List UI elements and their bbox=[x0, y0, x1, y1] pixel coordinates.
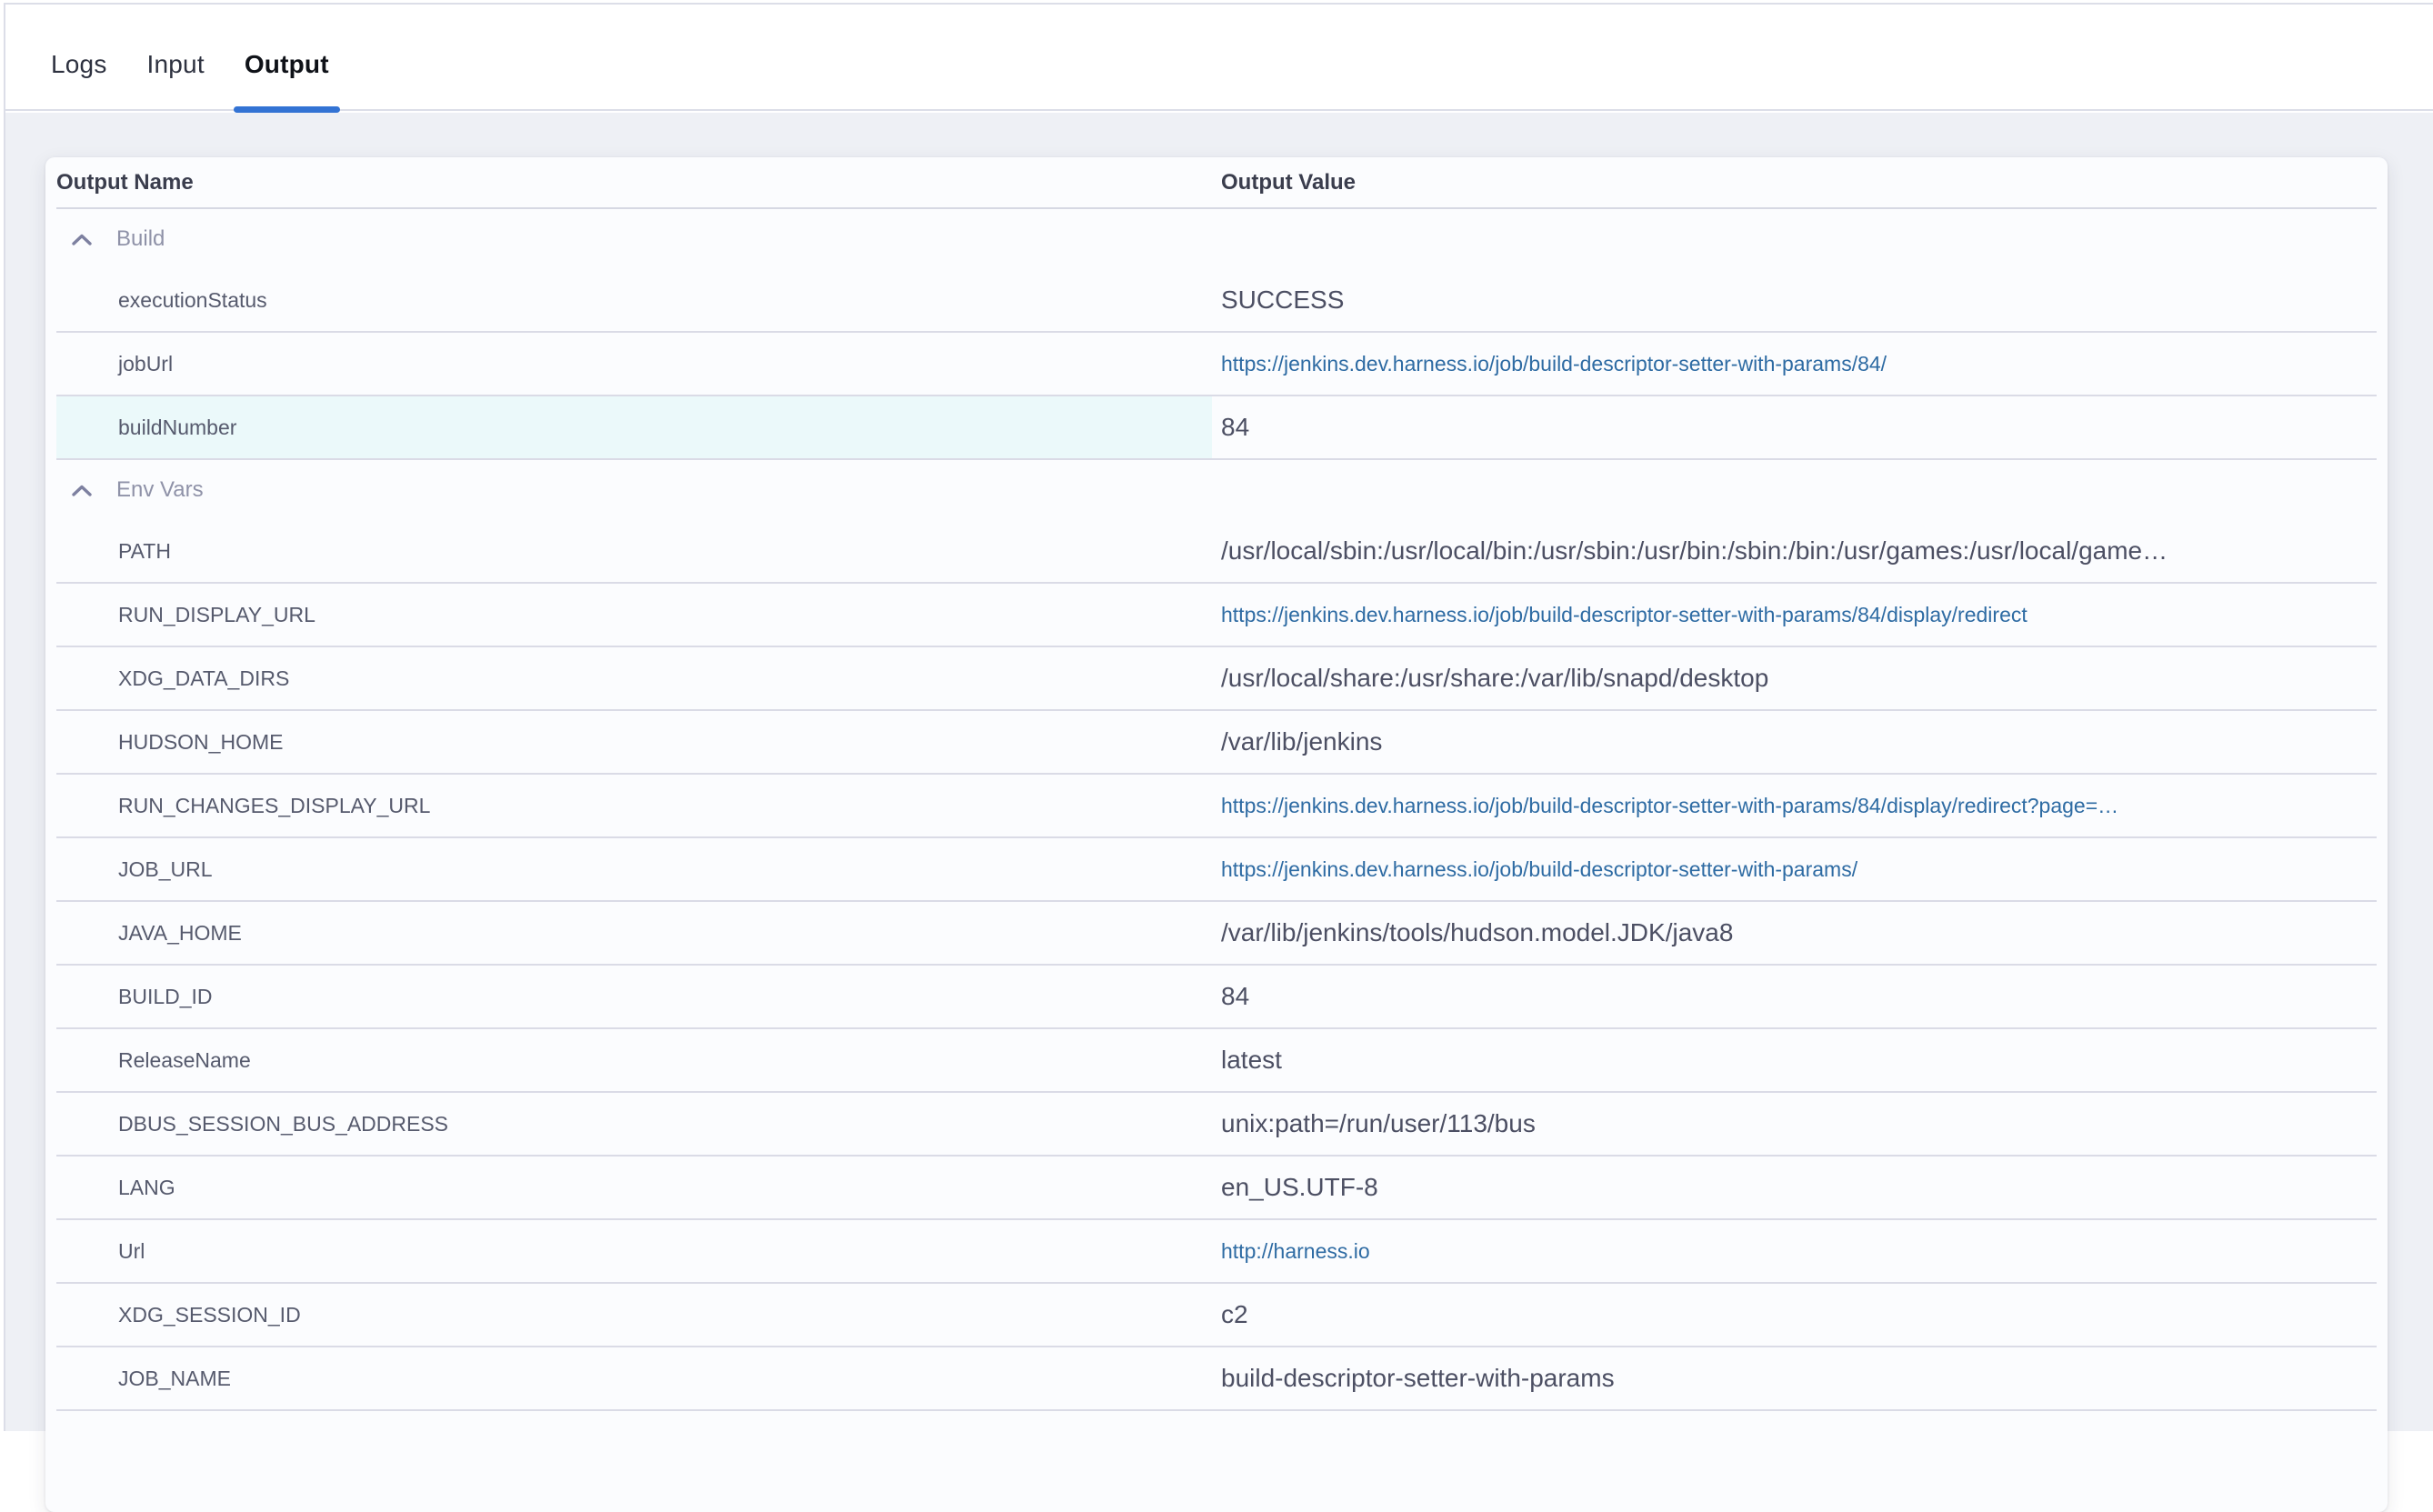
output-value: latest bbox=[1221, 1046, 1282, 1075]
tab-logs[interactable]: Logs bbox=[31, 19, 127, 109]
output-name: RUN_DISPLAY_URL bbox=[56, 603, 315, 627]
output-value: /usr/local/share:/usr/share:/var/lib/sna… bbox=[1221, 664, 1768, 693]
chevron-up-icon[interactable] bbox=[71, 484, 93, 497]
section-label: Build bbox=[116, 226, 165, 252]
output-value: /usr/local/sbin:/usr/local/bin:/usr/sbin… bbox=[1221, 536, 2168, 566]
output-value: unix:path=/run/user/113/bus bbox=[1221, 1109, 1536, 1138]
output-name: LANG bbox=[56, 1176, 175, 1200]
output-name: BUILD_ID bbox=[56, 985, 213, 1009]
output-value-link[interactable]: https://jenkins.dev.harness.io/job/build… bbox=[1221, 352, 1887, 376]
tab-output[interactable]: Output bbox=[225, 19, 349, 109]
table-row-lang: LANG en_US.UTF-8 bbox=[56, 1157, 2377, 1220]
output-value: /var/lib/jenkins bbox=[1221, 727, 1382, 756]
output-name: ReleaseName bbox=[56, 1048, 251, 1073]
output-table-card: Output Name Output Value Build execution… bbox=[45, 157, 2388, 1512]
table-row-url: Url http://harness.io bbox=[56, 1220, 2377, 1284]
table-row-build-id: BUILD_ID 84 bbox=[56, 966, 2377, 1029]
output-name: JAVA_HOME bbox=[56, 921, 242, 946]
table-row-xdg-session-id: XDG_SESSION_ID c2 bbox=[56, 1284, 2377, 1347]
section-row-env-vars[interactable]: Env Vars bbox=[56, 460, 2377, 520]
output-name: jobUrl bbox=[56, 352, 173, 376]
output-name: PATH bbox=[56, 539, 171, 564]
tab-bar: Logs Input Output bbox=[5, 5, 2433, 111]
output-value: 84 bbox=[1221, 982, 1249, 1011]
table-row-build-number: buildNumber 84 bbox=[56, 396, 2377, 460]
output-value: SUCCESS bbox=[1221, 285, 1344, 315]
output-name: executionStatus bbox=[56, 288, 267, 313]
output-name: XDG_SESSION_ID bbox=[56, 1303, 301, 1327]
table-row-xdg-data-dirs: XDG_DATA_DIRS /usr/local/share:/usr/shar… bbox=[56, 647, 2377, 711]
output-name: JOB_NAME bbox=[56, 1367, 231, 1391]
section-row-build[interactable]: Build bbox=[56, 209, 2377, 269]
tab-logs-label: Logs bbox=[51, 50, 107, 79]
table-row-release-name: ReleaseName latest bbox=[56, 1029, 2377, 1093]
table-row-dbus-session-bus-address: DBUS_SESSION_BUS_ADDRESS unix:path=/run/… bbox=[56, 1093, 2377, 1157]
table-row-java-home: JAVA_HOME /var/lib/jenkins/tools/hudson.… bbox=[56, 902, 2377, 966]
output-value: 84 bbox=[1221, 413, 1249, 442]
output-value: en_US.UTF-8 bbox=[1221, 1173, 1378, 1202]
output-name: DBUS_SESSION_BUS_ADDRESS bbox=[56, 1112, 448, 1137]
table-row-run-display-url: RUN_DISPLAY_URL https://jenkins.dev.harn… bbox=[56, 584, 2377, 647]
chevron-up-icon[interactable] bbox=[71, 233, 93, 246]
table-row-hudson-home: HUDSON_HOME /var/lib/jenkins bbox=[56, 711, 2377, 775]
section-label: Env Vars bbox=[116, 477, 204, 503]
output-name: Url bbox=[56, 1239, 145, 1264]
tab-input-label: Input bbox=[147, 50, 205, 79]
active-tab-underline bbox=[234, 106, 340, 113]
output-value: c2 bbox=[1221, 1300, 1248, 1329]
output-value: build-descriptor-setter-with-params bbox=[1221, 1364, 1615, 1393]
output-name: XDG_DATA_DIRS bbox=[56, 666, 289, 691]
output-panel: Output Name Output Value Build execution… bbox=[5, 113, 2433, 1431]
table-row-job-name: JOB_NAME build-descriptor-setter-with-pa… bbox=[56, 1347, 2377, 1411]
table-row-job-url: JOB_URL https://jenkins.dev.harness.io/j… bbox=[56, 838, 2377, 902]
output-value-link[interactable]: https://jenkins.dev.harness.io/job/build… bbox=[1221, 857, 1857, 882]
table-row-run-changes-display-url: RUN_CHANGES_DISPLAY_URL https://jenkins.… bbox=[56, 775, 2377, 838]
table-header-row: Output Name Output Value bbox=[56, 157, 2377, 209]
output-name: HUDSON_HOME bbox=[56, 730, 283, 755]
table-row-execution-status: executionStatus SUCCESS bbox=[56, 269, 2377, 333]
column-header-output-value: Output Value bbox=[1212, 170, 2377, 195]
output-value-link[interactable]: http://harness.io bbox=[1221, 1239, 1370, 1264]
output-name: JOB_URL bbox=[56, 857, 213, 882]
tab-output-label: Output bbox=[245, 50, 329, 79]
output-value: /var/lib/jenkins/tools/hudson.model.JDK/… bbox=[1221, 918, 1733, 947]
column-header-output-name: Output Name bbox=[56, 170, 1212, 195]
output-value-link[interactable]: https://jenkins.dev.harness.io/job/build… bbox=[1221, 794, 2118, 818]
tab-input[interactable]: Input bbox=[127, 19, 225, 109]
table-row-job-url-camel: jobUrl https://jenkins.dev.harness.io/jo… bbox=[56, 333, 2377, 396]
output-name: buildNumber bbox=[56, 416, 236, 440]
table-row-path: PATH /usr/local/sbin:/usr/local/bin:/usr… bbox=[56, 520, 2377, 584]
highlighted-name-cell: buildNumber bbox=[56, 396, 1212, 458]
pane-left-border bbox=[4, 3, 5, 1431]
output-name: RUN_CHANGES_DISPLAY_URL bbox=[56, 794, 430, 818]
output-value-link[interactable]: https://jenkins.dev.harness.io/job/build… bbox=[1221, 603, 2028, 627]
